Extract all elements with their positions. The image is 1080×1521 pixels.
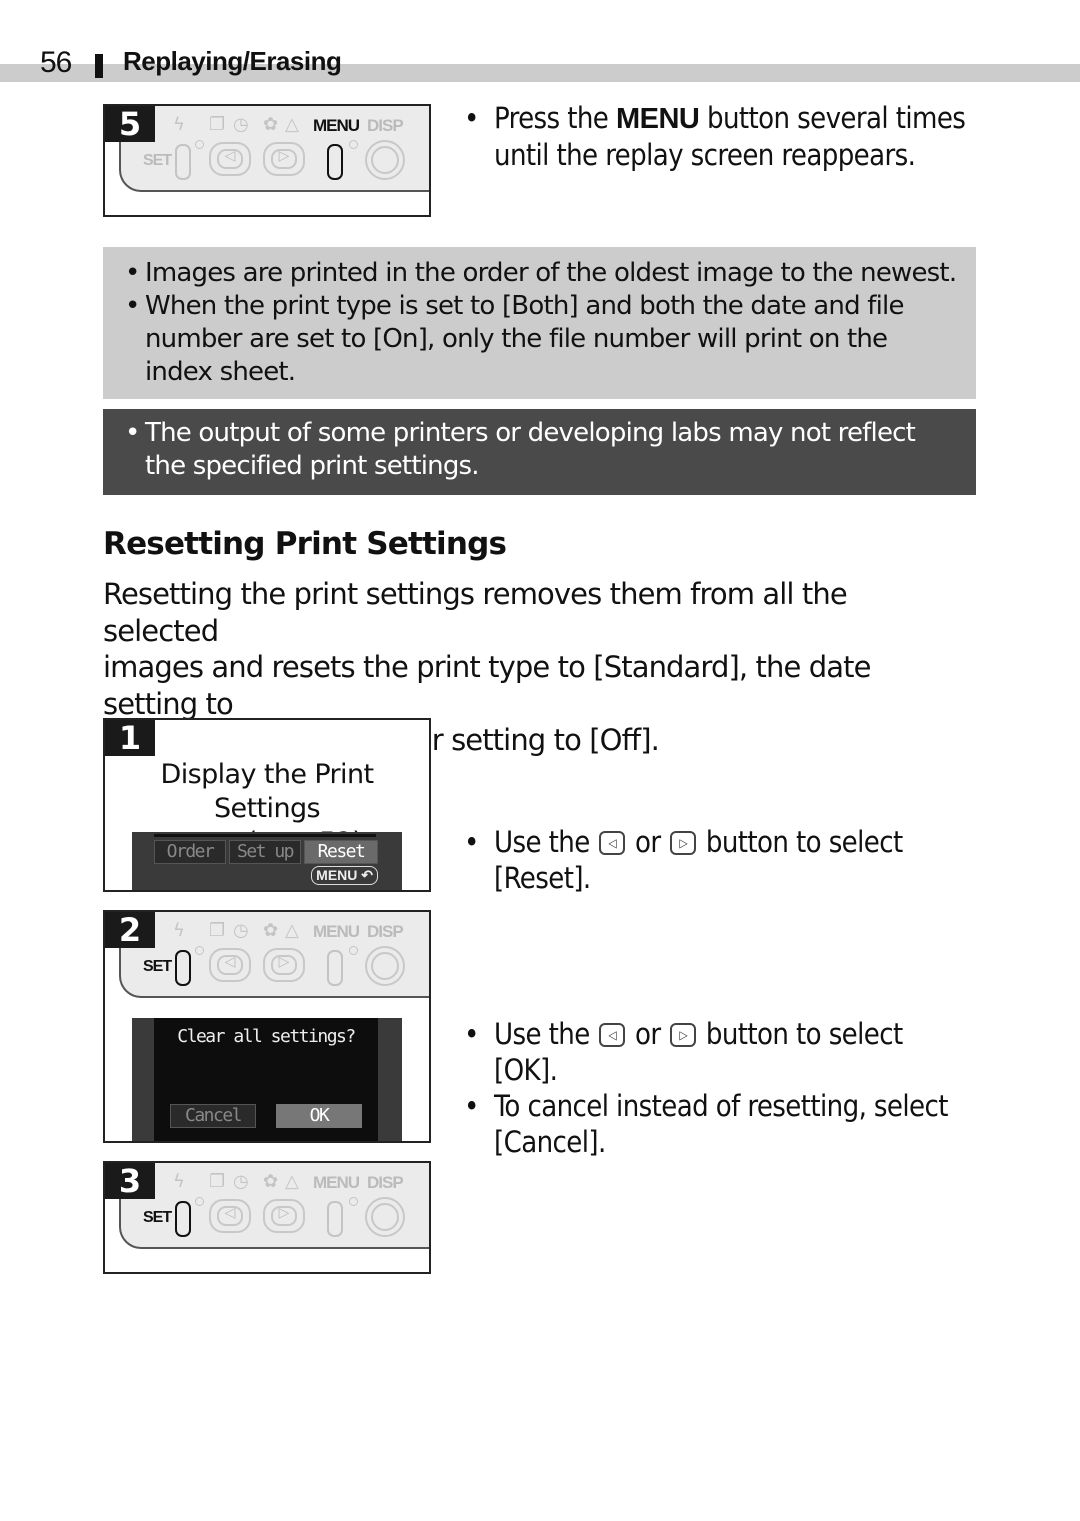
- note-item: • The output of some printers or developi…: [125, 418, 916, 481]
- left-button-icon: [599, 831, 626, 855]
- left-button: ◁: [209, 948, 251, 982]
- tab-order[interactable]: Order: [154, 840, 226, 864]
- print-settings-lcd: Order Set up Reset MENU ↶: [132, 832, 402, 890]
- continuous-shooting-icon: ❐: [209, 920, 226, 941]
- info-note: • Images are printed in the order of the …: [103, 247, 976, 399]
- right-arrow-icon: ▷: [278, 954, 290, 970]
- flash-icon: ϟ: [173, 114, 185, 135]
- right-button: ▷: [263, 1199, 305, 1233]
- step-5-instruction: • Press the MENU button several times un…: [464, 101, 966, 172]
- indicator-lamp: [349, 140, 358, 149]
- step-2-instruction-cancel: • To cancel instead of resetting, select…: [464, 1089, 948, 1159]
- left-arrow-icon: ◁: [224, 1205, 236, 1221]
- left-button: ◁: [209, 142, 251, 176]
- indicator-lamp: [349, 1197, 358, 1206]
- step-1-instruction: • Use the or button to select [Reset].: [464, 824, 974, 896]
- ok-button[interactable]: OK: [276, 1104, 362, 1128]
- set-button: [175, 950, 191, 986]
- right-button-icon: [670, 1023, 697, 1047]
- step-number: 5: [105, 106, 155, 142]
- flash-icon: ϟ: [173, 1171, 185, 1192]
- page-number: 56: [40, 46, 72, 79]
- tab-set-up[interactable]: Set up: [229, 840, 301, 864]
- step-1-panel: 1 Display the Print Settings menu (➔ p. …: [103, 718, 431, 892]
- menu-return-hint: MENU ↶: [311, 866, 378, 885]
- step-number: 2: [105, 912, 155, 948]
- bullet: •: [464, 1089, 479, 1123]
- disp-label: DISP: [367, 922, 404, 941]
- disp-button: [365, 946, 405, 986]
- indicator-lamp: [349, 946, 358, 955]
- camera-buttons-illustration: ϟ ❐ ◷ ✿ △ MENU DISP SET ◁ ▷: [119, 106, 429, 192]
- menu-button: [327, 144, 343, 180]
- menu-label: MENU: [313, 922, 360, 941]
- note-item: • Images are printed in the order of the …: [125, 258, 957, 288]
- disp-button: [365, 140, 405, 180]
- landscape-icon: △: [285, 1171, 299, 1192]
- set-label: SET: [143, 958, 172, 975]
- flash-icon: ϟ: [173, 920, 185, 941]
- bullet: •: [464, 825, 479, 859]
- step-2-panel: 2 ϟ ❐ ◷ ✿ △ MENU DISP SET ◁ ▷ Clear all …: [103, 910, 431, 1143]
- macro-icon: ✿: [263, 114, 279, 135]
- right-arrow-icon: ▷: [278, 1205, 290, 1221]
- header-divider: [95, 54, 103, 78]
- disp-button: [365, 1197, 405, 1237]
- step-number: 1: [105, 720, 155, 756]
- menu-label: MENU: [313, 1173, 360, 1192]
- bullet: •: [464, 1017, 479, 1051]
- bullet: •: [464, 101, 479, 135]
- menu-button: [327, 1201, 343, 1237]
- macro-icon: ✿: [263, 1171, 279, 1192]
- note-item: • When the print type is set to [Both] an…: [125, 291, 904, 387]
- caution-note: • The output of some printers or developi…: [103, 409, 976, 495]
- cancel-button[interactable]: Cancel: [170, 1104, 256, 1128]
- left-button-icon: [599, 1023, 626, 1047]
- landscape-icon: △: [285, 114, 299, 135]
- right-arrow-icon: ▷: [278, 148, 290, 164]
- camera-buttons-illustration: ϟ ❐ ◷ ✿ △ MENU DISP SET ◁ ▷: [119, 1163, 429, 1249]
- menu-button: [327, 950, 343, 986]
- confirm-dialog-lcd: Clear all settings? Cancel OK: [132, 1018, 402, 1141]
- menu-button-label: MENU: [615, 103, 700, 135]
- left-arrow-icon: ◁: [224, 954, 236, 970]
- self-timer-icon: ◷: [233, 114, 249, 135]
- continuous-shooting-icon: ❐: [209, 1171, 226, 1192]
- step-2-instruction-select: • Use the or button to select [OK].: [464, 1016, 974, 1088]
- step-3-panel: 3 ϟ ❐ ◷ ✿ △ MENU DISP SET ◁ ▷: [103, 1161, 431, 1274]
- left-arrow-icon: ◁: [224, 148, 236, 164]
- continuous-shooting-icon: ❐: [209, 114, 226, 135]
- set-button: [175, 144, 191, 180]
- macro-icon: ✿: [263, 920, 279, 941]
- self-timer-icon: ◷: [233, 920, 249, 941]
- self-timer-icon: ◷: [233, 1171, 249, 1192]
- section-header-title: Replaying/Erasing: [123, 46, 342, 76]
- dialog-question: Clear all settings?: [177, 1026, 356, 1047]
- set-label: SET: [143, 1209, 172, 1226]
- tab-reset[interactable]: Reset: [304, 840, 378, 864]
- right-button: ▷: [263, 142, 305, 176]
- camera-buttons-illustration: ϟ ❐ ◷ ✿ △ MENU DISP SET ◁ ▷: [119, 912, 429, 998]
- left-button: ◁: [209, 1199, 251, 1233]
- right-button-icon: [670, 831, 697, 855]
- disp-label: DISP: [367, 1173, 404, 1192]
- step-number: 3: [105, 1163, 155, 1199]
- indicator-lamp: [195, 1197, 204, 1206]
- right-button: ▷: [263, 948, 305, 982]
- step-5-panel: 5 ϟ ❐ ◷ ✿ △ MENU DISP SET ◁ ▷: [103, 104, 431, 217]
- landscape-icon: △: [285, 920, 299, 941]
- indicator-lamp: [195, 946, 204, 955]
- set-label: SET: [143, 152, 172, 169]
- section-title: Resetting Print Settings: [103, 526, 507, 562]
- disp-label: DISP: [367, 116, 404, 135]
- menu-label: MENU: [313, 116, 360, 135]
- set-button: [175, 1201, 191, 1237]
- indicator-lamp: [195, 140, 204, 149]
